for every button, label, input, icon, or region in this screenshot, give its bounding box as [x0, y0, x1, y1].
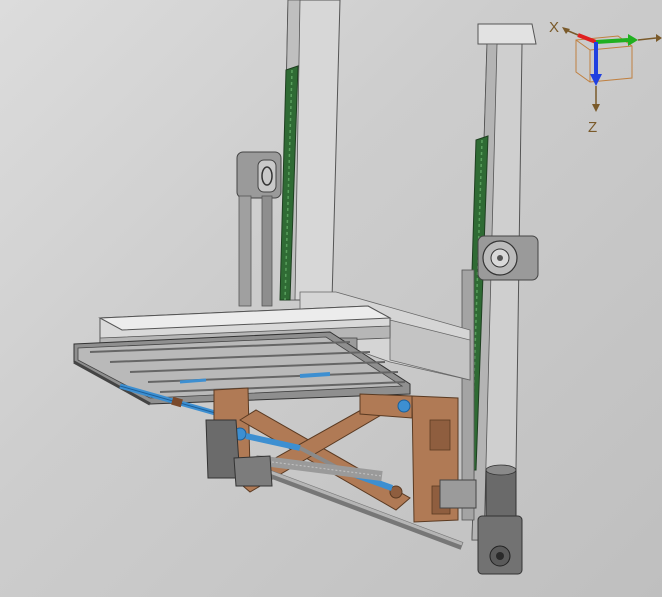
left-pulley-carriage[interactable] [236, 151, 282, 307]
view-orientation-triad[interactable]: X Z [549, 19, 662, 136]
left-column[interactable] [279, 0, 341, 301]
cad-3d-viewport[interactable]: X Z [0, 0, 662, 597]
cad-model-drawing[interactable]: X Z [0, 0, 662, 597]
axis-x-label: X [549, 19, 559, 36]
right-column[interactable] [465, 23, 537, 541]
axis-z-label: Z [588, 119, 597, 136]
